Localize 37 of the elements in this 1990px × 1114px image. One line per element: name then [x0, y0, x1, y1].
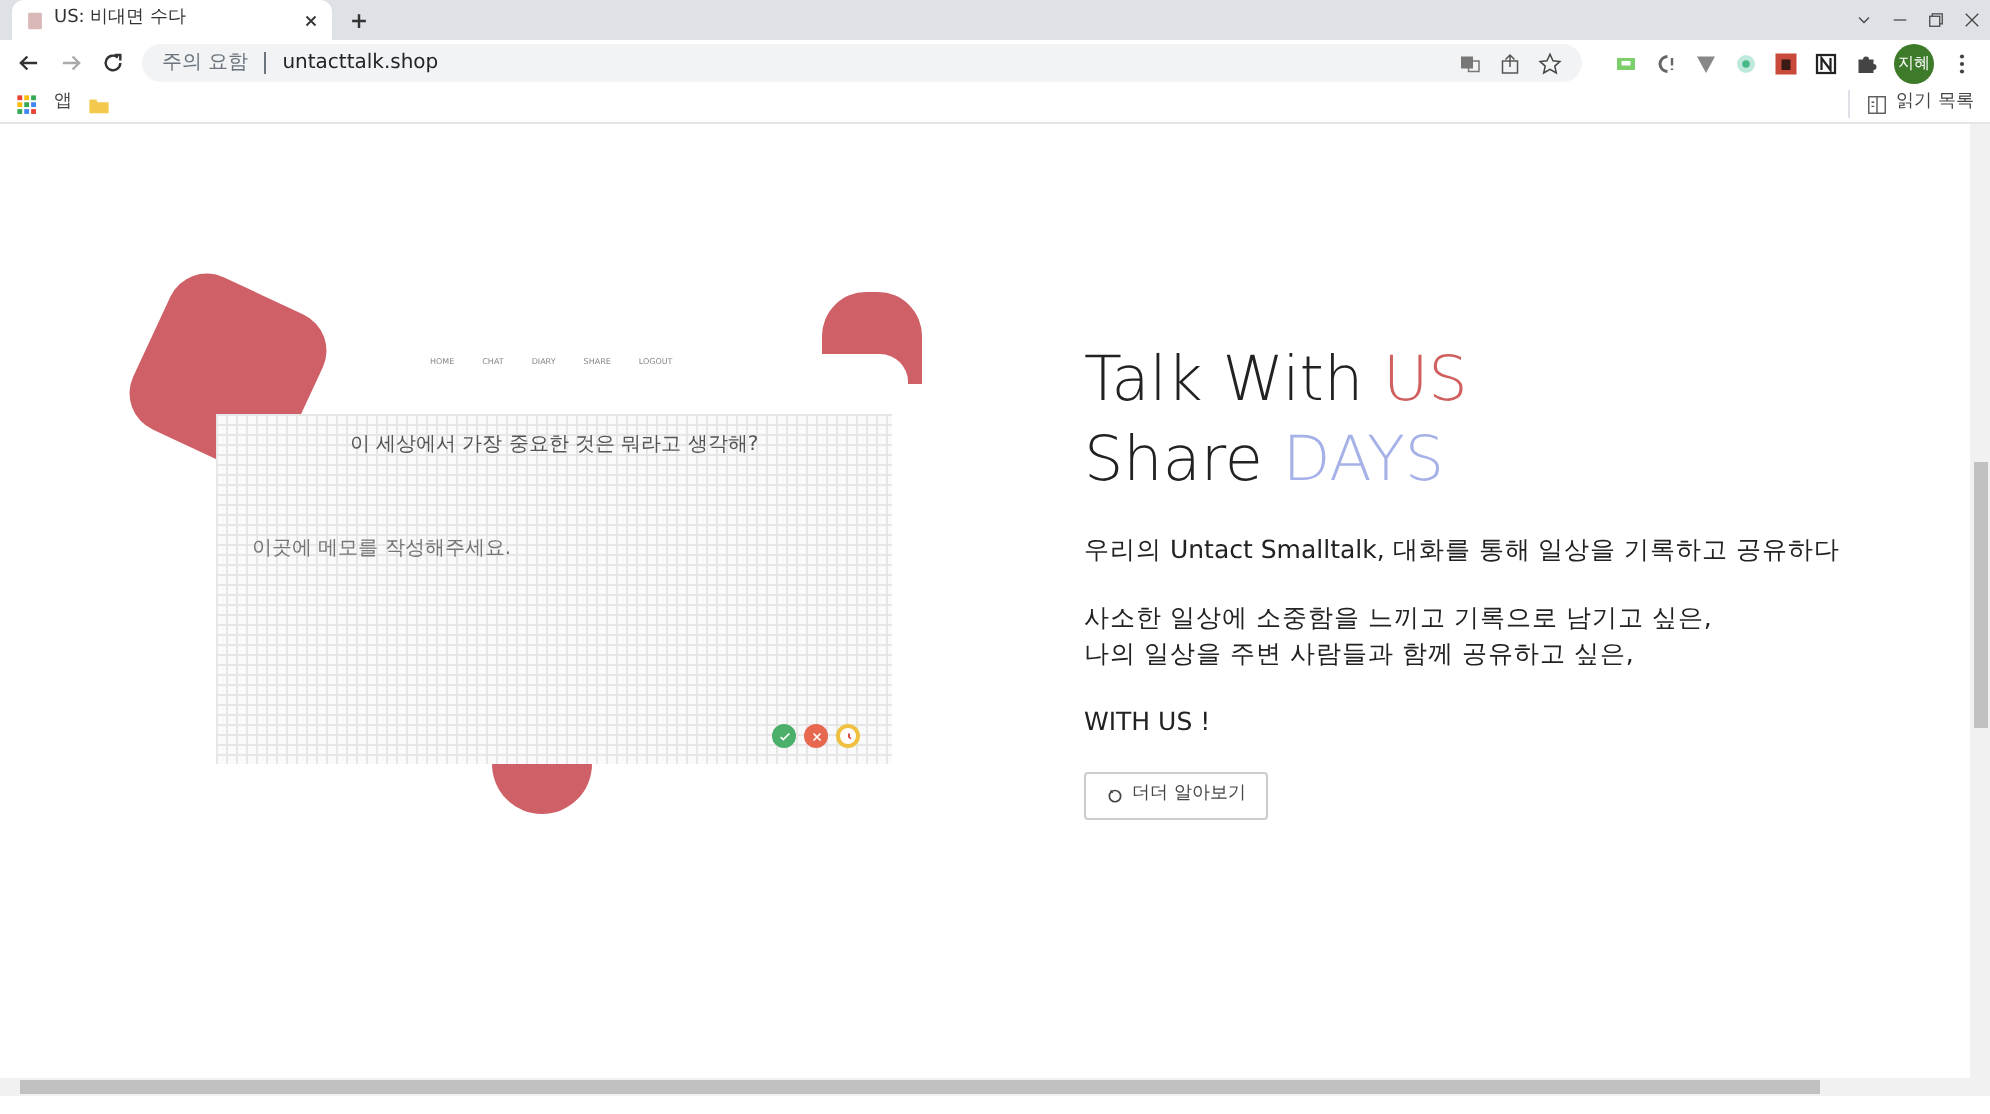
- check-icon: [777, 729, 791, 743]
- bookmark-link[interactable]: 앱: [54, 90, 72, 118]
- extension-icon[interactable]: [1774, 51, 1798, 75]
- puzzle-icon[interactable]: [1854, 51, 1878, 75]
- memo-field[interactable]: 이곳에 메모를 작성해주세요.: [248, 532, 648, 566]
- star-icon[interactable]: [1538, 51, 1562, 75]
- check-button[interactable]: [772, 724, 796, 748]
- intro-paragraph: 우리의 Untact Smalltalk, 대화를 통해 일상을 기록하고 공유하다: [1084, 532, 1841, 568]
- notion-icon[interactable]: [1814, 51, 1838, 75]
- browser-tab[interactable]: US: 비대면 수다: [12, 0, 332, 40]
- intro-paragraph: 사소한 일상에 소중함을 느끼고 기록으로 남기고 싶은, 나의 일상을 주변 사람들과 함께 공유하고 싶은,: [1084, 600, 1714, 672]
- reading-list-button[interactable]: 읽기 목록: [1848, 90, 1974, 118]
- cancel-button[interactable]: [804, 724, 828, 748]
- url-text: untacttalk.shop: [282, 50, 439, 78]
- share-icon[interactable]: [1498, 51, 1522, 75]
- headline: Share DAYS: [1084, 422, 1447, 500]
- close-icon[interactable]: [1962, 10, 1982, 30]
- intro-paragraph: WITH US !: [1084, 704, 1213, 740]
- close-icon: [809, 729, 823, 743]
- scrollbar-thumb[interactable]: [1974, 462, 1988, 728]
- question-text: 이 세상에서 가장 중요한 것은 뭐라고 생각해?: [347, 432, 761, 460]
- restore-icon[interactable]: [1926, 10, 1946, 30]
- address-bar[interactable]: 주의 요함 untacttalk.shop: [142, 44, 1582, 82]
- decorative-shape: [492, 764, 592, 814]
- apps-icon[interactable]: [16, 93, 38, 115]
- security-label: 주의 요함: [162, 50, 249, 78]
- close-icon[interactable]: [302, 11, 320, 29]
- reload-icon[interactable]: [100, 50, 126, 76]
- scrollbar-thumb[interactable]: [20, 1080, 1820, 1094]
- profile-avatar[interactable]: 지혜: [1894, 43, 1934, 83]
- reading-list-icon: [1866, 93, 1889, 115]
- page-icon: [24, 9, 46, 31]
- learn-more-button[interactable]: 더더 알아보기: [1084, 772, 1268, 819]
- new-tab-icon[interactable]: [348, 10, 370, 32]
- headline: Talk With US: [1084, 342, 1470, 420]
- translate-icon[interactable]: [1458, 51, 1482, 75]
- back-icon[interactable]: [16, 50, 42, 76]
